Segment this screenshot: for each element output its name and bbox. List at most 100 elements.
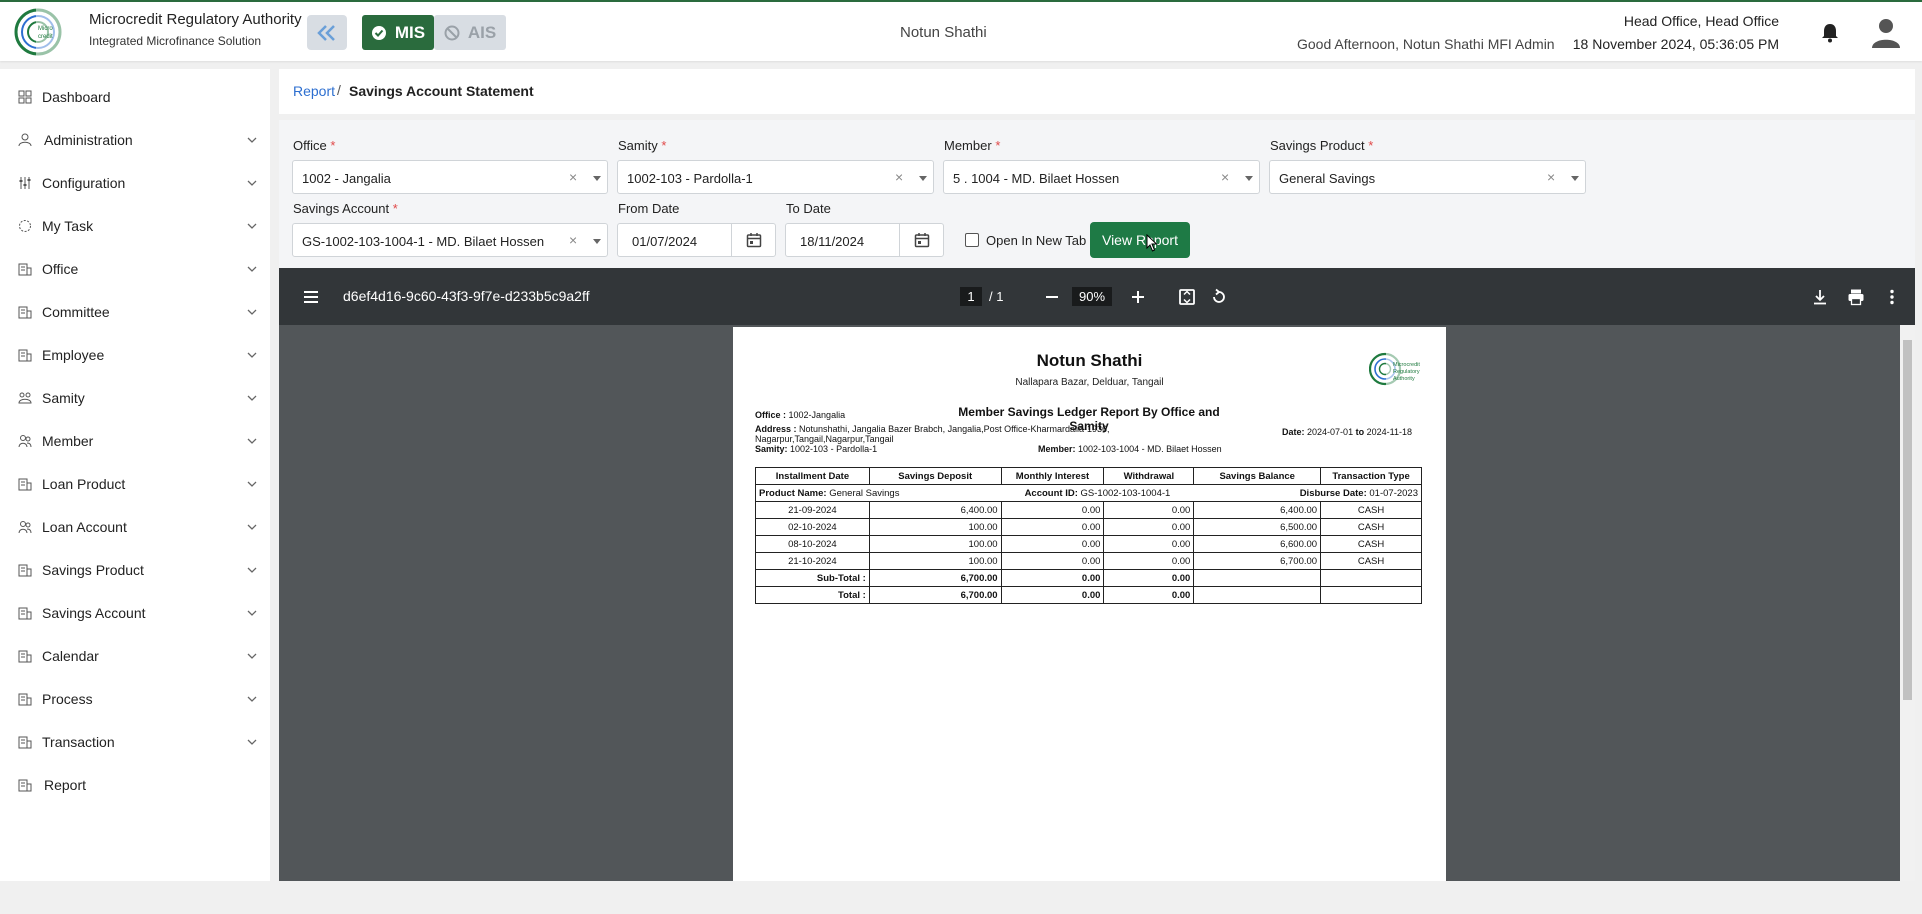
ais-toggle-button[interactable]: AIS — [434, 15, 506, 50]
member-value: 5 . 1004 - MD. Bilaet Hossen — [953, 171, 1120, 186]
chevron-down-icon — [247, 739, 257, 745]
open-in-new-tab-checkbox[interactable] — [965, 233, 979, 247]
more-options-icon[interactable] — [1883, 288, 1901, 306]
total-withdrawal: 0.00 — [1103, 586, 1195, 604]
total-interest: 0.00 — [1000, 586, 1105, 604]
clear-icon[interactable]: × — [569, 169, 577, 185]
sidebar-item-my-task[interactable]: My Task — [0, 208, 270, 244]
sidebar-item-dashboard[interactable]: Dashboard — [0, 79, 270, 115]
product-name-cell: Product Name: General Savings — [755, 484, 1002, 502]
calendar-icon — [746, 233, 761, 248]
member-icon — [18, 435, 32, 448]
sidebar-item-loan-product[interactable]: Loan Product — [0, 466, 270, 502]
sidebar-item-transaction[interactable]: Transaction — [0, 724, 270, 760]
member-select[interactable]: 5 . 1004 - MD. Bilaet Hossen × — [943, 160, 1260, 194]
savings-product-select[interactable]: General Savings × — [1269, 160, 1586, 194]
menu-icon[interactable] — [302, 288, 320, 306]
calendar-icon — [18, 650, 32, 663]
zoom-in-icon[interactable] — [1129, 288, 1147, 306]
monthly-interest-cell: 0.00 — [1000, 501, 1105, 519]
report-org-name: Notun Shathi — [1036, 351, 1143, 370]
sidebar-item-label: Employee — [42, 347, 105, 363]
sidebar-item-label: Calendar — [42, 648, 99, 664]
brand-title: Microcredit Regulatory Authority — [89, 11, 302, 28]
dropdown-arrow-icon[interactable] — [593, 239, 601, 244]
sidebar-item-committee[interactable]: Committee — [0, 294, 270, 330]
samity-select[interactable]: 1002-103 - Pardolla-1 × — [617, 160, 934, 194]
sidebar-item-loan-account[interactable]: Loan Account — [0, 509, 270, 545]
sidebar-item-label: Loan Account — [42, 519, 127, 535]
sidebar-item-calendar[interactable]: Calendar — [0, 638, 270, 674]
sidebar-item-process[interactable]: Process — [0, 681, 270, 717]
pdf-page-input[interactable]: 1 — [960, 287, 982, 306]
empty-cell — [1193, 569, 1322, 587]
chevron-down-icon — [247, 524, 257, 530]
pdf-page-total: / 1 — [989, 289, 1004, 304]
sidebar-item-savings-account[interactable]: Savings Account — [0, 595, 270, 631]
breadcrumb-report-link[interactable]: Report — [293, 83, 335, 99]
total-label: Total : — [755, 586, 870, 604]
pdf-scrollbar-thumb[interactable] — [1903, 340, 1912, 700]
sidebar-item-report[interactable]: Report — [0, 767, 270, 803]
samity-label: Samity * — [618, 138, 667, 153]
svg-text:credit: credit — [38, 34, 53, 40]
sidebar-item-member[interactable]: Member — [0, 423, 270, 459]
sidebar-item-administration[interactable]: Administration — [0, 122, 270, 158]
clear-icon[interactable]: × — [569, 232, 577, 248]
fit-page-icon[interactable] — [1178, 288, 1196, 306]
breadcrumb-current: Savings Account Statement — [349, 83, 534, 99]
to-date-value: 18/11/2024 — [800, 234, 865, 249]
column-header: Installment Date — [755, 467, 870, 485]
clear-icon[interactable]: × — [1547, 169, 1555, 185]
dashboard-icon — [18, 90, 32, 104]
dropdown-arrow-icon[interactable] — [1571, 176, 1579, 181]
from-date-calendar-button[interactable] — [731, 224, 775, 256]
savings-account-select[interactable]: GS-1002-103-1004-1 - MD. Bilaet Hossen × — [292, 223, 608, 257]
savings-deposit-cell: 100.00 — [868, 535, 1002, 553]
column-header: Monthly Interest — [1000, 467, 1105, 485]
samity-value: 1002-103 - Pardolla-1 — [627, 171, 753, 186]
dropdown-arrow-icon[interactable] — [919, 176, 927, 181]
transaction-type-cell: CASH — [1320, 501, 1422, 519]
sidebar-item-configuration[interactable]: Configuration — [0, 165, 270, 201]
empty-cell — [1320, 586, 1422, 604]
download-icon[interactable] — [1811, 288, 1829, 306]
clear-icon[interactable]: × — [1221, 169, 1229, 185]
configuration-icon — [19, 177, 31, 189]
from-date-value: 01/07/2024 — [632, 234, 698, 249]
print-icon[interactable] — [1847, 288, 1865, 306]
sidebar-item-label: Dashboard — [42, 89, 111, 105]
sidebar-item-samity[interactable]: Samity — [0, 380, 270, 416]
chevron-down-icon — [247, 610, 257, 616]
to-date-input[interactable]: 18/11/2024 — [785, 223, 944, 257]
subtotal-interest: 0.00 — [1000, 569, 1105, 587]
from-date-input[interactable]: 01/07/2024 — [617, 223, 776, 257]
sidebar-collapse-button[interactable] — [307, 15, 347, 50]
zoom-out-icon[interactable] — [1043, 288, 1061, 306]
sidebar-item-label: Savings Product — [42, 562, 144, 578]
open-in-new-tab-label[interactable]: Open In New Tab — [986, 233, 1086, 248]
notification-bell-icon[interactable] — [1819, 22, 1841, 44]
office-select[interactable]: 1002 - Jangalia × — [292, 160, 608, 194]
mis-toggle-button[interactable]: MIS — [362, 15, 434, 50]
sidebar-item-savings-product[interactable]: Savings Product — [0, 552, 270, 588]
sidebar-item-office[interactable]: Office — [0, 251, 270, 287]
to-date-label: To Date — [786, 201, 831, 216]
rotate-icon[interactable] — [1210, 288, 1228, 306]
brand-subtitle: Integrated Microfinance Solution — [89, 34, 262, 48]
pdf-zoom-level[interactable]: 90% — [1072, 287, 1112, 306]
sidebar-item-employee[interactable]: Employee — [0, 337, 270, 373]
user-avatar-icon[interactable] — [1869, 15, 1903, 49]
monthly-interest-cell: 0.00 — [1000, 518, 1105, 536]
table-row: 21-10-2024 100.00 0.00 0.00 6,700.00 CAS… — [755, 552, 1422, 570]
view-report-button[interactable]: View Report — [1090, 222, 1190, 258]
clear-icon[interactable]: × — [895, 169, 903, 185]
savings-deposit-cell: 6,400.00 — [868, 501, 1002, 519]
dropdown-arrow-icon[interactable] — [593, 176, 601, 181]
table-row: 02-10-2024 100.00 0.00 0.00 6,500.00 CAS… — [755, 518, 1422, 536]
dropdown-arrow-icon[interactable] — [1245, 176, 1253, 181]
office-icon — [18, 263, 32, 276]
to-date-calendar-button[interactable] — [899, 224, 943, 256]
column-header: Withdrawal — [1103, 467, 1195, 485]
mouse-cursor-icon — [1146, 234, 1158, 252]
